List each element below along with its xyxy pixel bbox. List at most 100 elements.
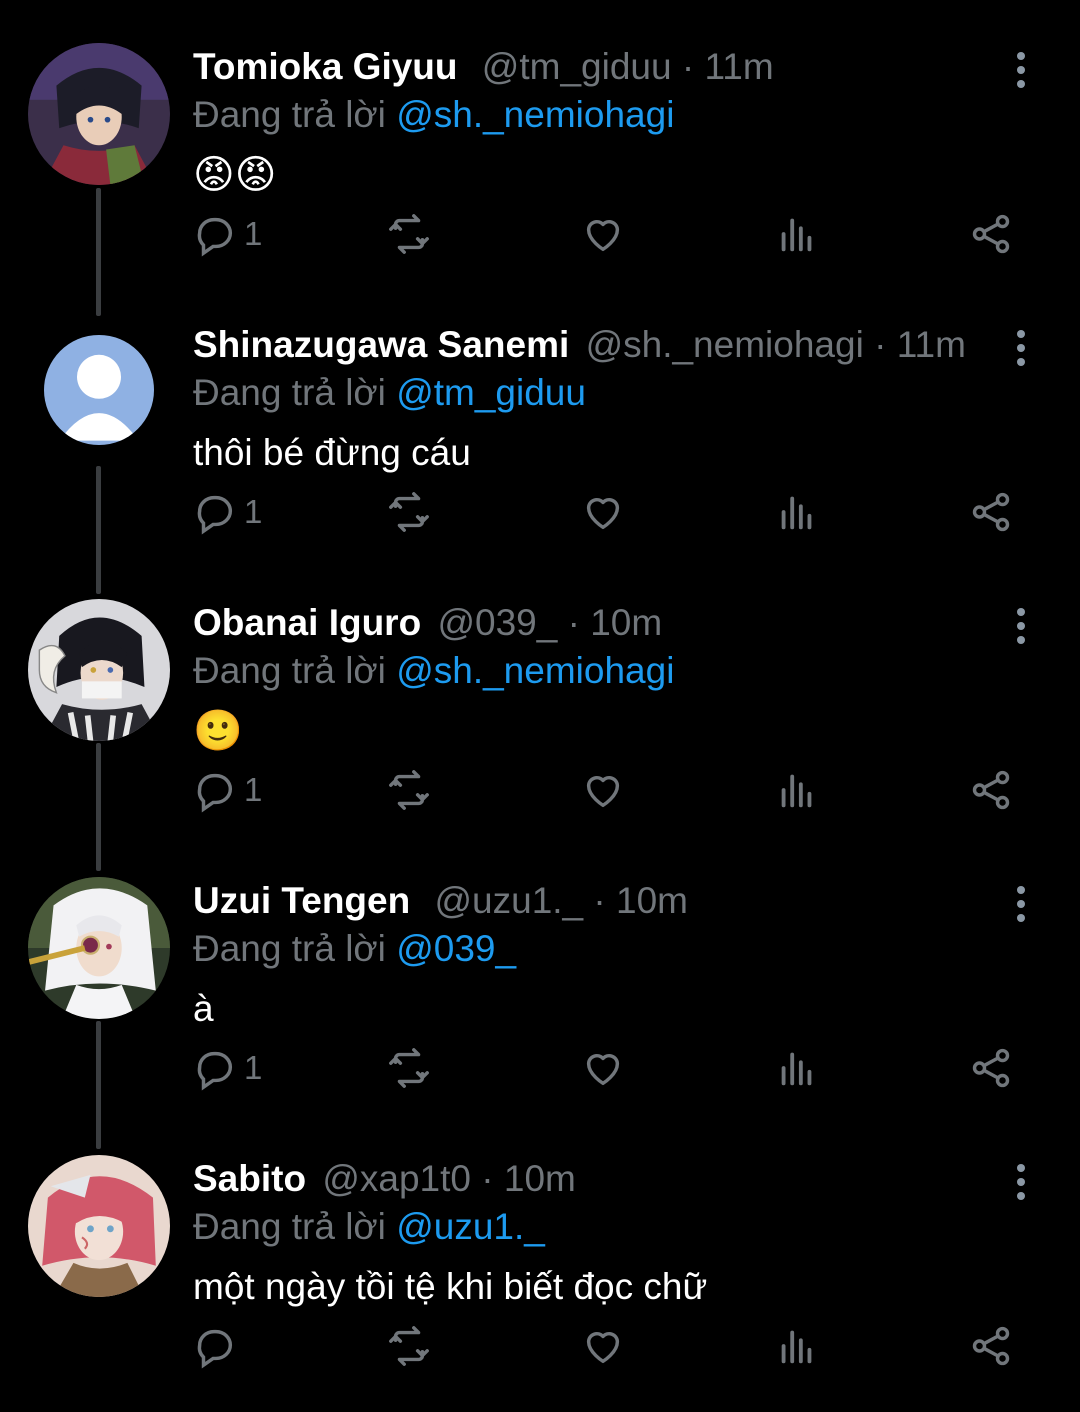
tweet[interactable]: Tomioka Giyuu @tm_giduu · 11m Đang trả l… [0, 0, 1080, 278]
mention-link[interactable]: @uzu1._ [396, 1206, 545, 1247]
heart-icon [586, 1331, 620, 1364]
views-button[interactable] [774, 1038, 820, 1098]
heart-icon [586, 497, 620, 530]
views-button[interactable] [774, 204, 820, 264]
tweet-text: 🙂 [193, 709, 243, 753]
tweet-text: à [193, 988, 214, 1029]
default-profile-icon [44, 335, 154, 445]
more-vertical-icon[interactable] [1006, 606, 1036, 646]
analytics-icon [781, 496, 812, 530]
user-handle[interactable]: @sh._nemiohagi [586, 324, 864, 365]
like-button[interactable] [580, 204, 626, 264]
views-button[interactable] [774, 1316, 820, 1376]
share-button[interactable] [968, 482, 1014, 542]
tweet[interactable]: Shinazugawa Sanemi @sh._nemiohagi · 11m … [0, 278, 1080, 556]
mention-link[interactable]: @039_ [396, 928, 516, 969]
retweet-button[interactable] [386, 482, 432, 542]
timestamp[interactable]: 11m [897, 324, 966, 365]
display-name[interactable]: Obanai Iguro [193, 602, 421, 643]
views-button[interactable] [774, 760, 820, 820]
user-handle[interactable]: @uzu1._ [434, 880, 583, 921]
like-button[interactable] [580, 1316, 626, 1376]
reply-button[interactable]: 1 [192, 760, 262, 820]
analytics-icon [781, 774, 812, 808]
tweet[interactable]: Sabito @xap1t0 · 10m Đang trả lời @uzu1.… [0, 1112, 1080, 1390]
timestamp[interactable]: 10m [504, 1158, 576, 1199]
timestamp[interactable]: 10m [590, 602, 662, 643]
reply-count: 1 [244, 1049, 263, 1086]
heart-icon [586, 219, 620, 252]
share-icon [972, 770, 1010, 810]
separator-dot: · [481, 1158, 494, 1199]
share-button[interactable] [968, 204, 1014, 264]
share-button[interactable] [968, 1316, 1014, 1376]
mention-link[interactable]: @tm_giduu [396, 372, 586, 413]
avatar-image [28, 1155, 170, 1297]
retweet-icon [389, 770, 429, 810]
reply-bubble-icon [197, 773, 232, 813]
replying-to: Đang trả lời @uzu1._ [193, 1204, 545, 1250]
retweet-button[interactable] [386, 1038, 432, 1098]
replying-to: Đang trả lời @sh._nemiohagi [193, 92, 674, 138]
analytics-icon [781, 218, 812, 252]
share-button[interactable] [968, 760, 1014, 820]
reply-count: 1 [244, 771, 263, 808]
replying-to: Đang trả lời @039_ [193, 926, 516, 972]
replying-to: Đang trả lời @tm_giduu [193, 370, 586, 416]
user-handle[interactable]: @039_ [437, 602, 557, 643]
more-vertical-icon[interactable] [1006, 884, 1036, 924]
more-vertical-icon[interactable] [1006, 1162, 1036, 1202]
retweet-icon [389, 1048, 429, 1088]
like-button[interactable] [580, 1038, 626, 1098]
retweet-button[interactable] [386, 204, 432, 264]
display-name[interactable]: Tomioka Giyuu [193, 46, 458, 87]
tweet[interactable]: Uzui Tengen @uzu1._ · 10m Đang trả lời @… [0, 834, 1080, 1112]
action-bar: 1 [0, 1038, 1080, 1098]
separator-dot: · [874, 324, 887, 365]
tweet-text: một ngày tồi tệ khi biết đọc chữ [193, 1266, 708, 1307]
retweet-button[interactable] [386, 1316, 432, 1376]
user-handle[interactable]: @tm_giduu [482, 46, 672, 87]
action-bar: 1 [0, 204, 1080, 264]
retweet-button[interactable] [386, 760, 432, 820]
reply-bubble-icon [197, 495, 232, 535]
avatar[interactable] [28, 599, 170, 741]
retweet-icon [389, 492, 429, 532]
mention-link[interactable]: @sh._nemiohagi [396, 94, 674, 135]
more-vertical-icon[interactable] [1006, 50, 1036, 90]
avatar[interactable] [28, 1155, 170, 1297]
reply-button[interactable]: 1 [192, 1038, 262, 1098]
retweet-icon [389, 1326, 429, 1366]
analytics-icon [781, 1330, 812, 1364]
like-button[interactable] [580, 760, 626, 820]
tweet-header: Obanai Iguro @039_ · 10m [193, 600, 662, 646]
replying-to: Đang trả lời @sh._nemiohagi [193, 648, 674, 694]
mention-link[interactable]: @sh._nemiohagi [396, 650, 674, 691]
timestamp[interactable]: 10m [616, 880, 688, 921]
display-name[interactable]: Uzui Tengen [193, 880, 410, 921]
action-bar: 1 [0, 482, 1080, 542]
tweet[interactable]: Obanai Iguro @039_ · 10m Đang trả lời @s… [0, 556, 1080, 834]
reply-count: 1 [244, 215, 263, 252]
views-button[interactable] [774, 482, 820, 542]
reply-button[interactable] [192, 1316, 244, 1376]
display-name[interactable]: Shinazugawa Sanemi [193, 324, 569, 365]
reply-button[interactable]: 1 [192, 204, 262, 264]
avatar[interactable] [28, 43, 170, 185]
timestamp[interactable]: 11m [704, 46, 773, 87]
avatar-image [28, 877, 170, 1019]
more-vertical-icon[interactable] [1006, 328, 1036, 368]
replying-to-label: Đang trả lời [193, 928, 386, 969]
tweet-text: thôi bé đừng cáu [193, 432, 471, 473]
avatar[interactable] [28, 877, 170, 1019]
reply-button[interactable]: 1 [192, 482, 262, 542]
user-handle[interactable]: @xap1t0 [322, 1158, 471, 1199]
display-name[interactable]: Sabito [193, 1158, 306, 1199]
like-button[interactable] [580, 482, 626, 542]
replying-to-label: Đang trả lời [193, 650, 386, 691]
tweet-header: Tomioka Giyuu @tm_giduu · 11m [193, 44, 774, 90]
share-button[interactable] [968, 1038, 1014, 1098]
avatar[interactable] [44, 335, 154, 445]
tweet-header: Sabito @xap1t0 · 10m [193, 1156, 576, 1202]
reply-bubble-icon [197, 217, 232, 257]
